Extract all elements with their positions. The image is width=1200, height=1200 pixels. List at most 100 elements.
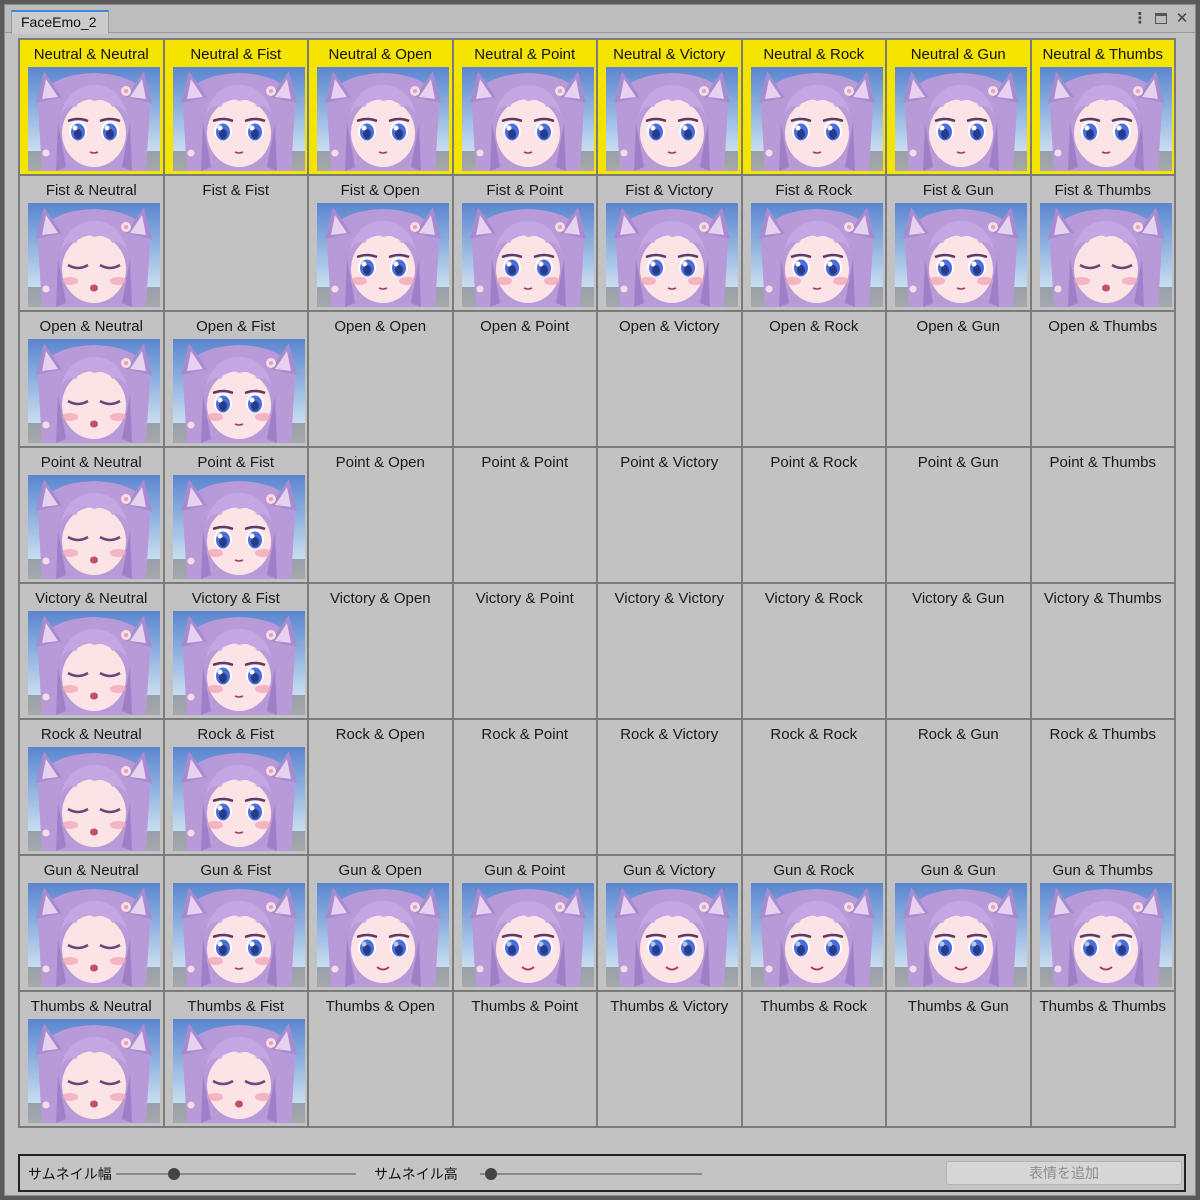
expression-cell-fist-fist[interactable]: Fist & Fist bbox=[164, 176, 307, 310]
expression-cell-rock-open[interactable]: Rock & Open bbox=[309, 720, 452, 854]
expression-grid: Neutral & Neutral Neutral & Fist Neutral… bbox=[18, 38, 1176, 1128]
expression-cell-label: Fist & Fist bbox=[202, 182, 270, 199]
expression-cell-thumbs-thumbs[interactable]: Thumbs & Thumbs bbox=[1031, 992, 1174, 1126]
expression-cell-gun-point[interactable]: Gun & Point bbox=[453, 856, 596, 990]
expression-cell-point-thumbs[interactable]: Point & Thumbs bbox=[1031, 448, 1174, 582]
expression-cell-thumbs-neutral[interactable]: Thumbs & Neutral bbox=[20, 992, 163, 1126]
close-icon[interactable]: ✕ bbox=[1175, 10, 1189, 27]
expression-cell-rock-fist[interactable]: Rock & Fist bbox=[164, 720, 307, 854]
expression-cell-victory-fist[interactable]: Victory & Fist bbox=[164, 584, 307, 718]
expression-cell-gun-rock[interactable]: Gun & Rock bbox=[742, 856, 885, 990]
expression-cell-victory-neutral[interactable]: Victory & Neutral bbox=[20, 584, 163, 718]
expression-cell-victory-gun[interactable]: Victory & Gun bbox=[887, 584, 1030, 718]
expression-thumbnail bbox=[28, 339, 160, 443]
expression-cell-neutral-open[interactable]: Neutral & Open bbox=[309, 40, 452, 174]
expression-cell-label: Fist & Neutral bbox=[45, 182, 137, 199]
expression-cell-open-neutral[interactable]: Open & Neutral bbox=[20, 312, 163, 446]
expression-cell-label: Thumbs & Neutral bbox=[30, 998, 152, 1015]
expression-cell-open-open[interactable]: Open & Open bbox=[309, 312, 452, 446]
expression-cell-thumbs-victory[interactable]: Thumbs & Victory bbox=[598, 992, 741, 1126]
expression-cell-label: Rock & Open bbox=[335, 726, 425, 743]
maximize-icon[interactable] bbox=[1154, 10, 1168, 26]
expression-cell-rock-gun[interactable]: Rock & Gun bbox=[887, 720, 1030, 854]
kebab-menu-icon[interactable]: ⋮ bbox=[1133, 10, 1148, 27]
expression-cell-victory-open[interactable]: Victory & Open bbox=[309, 584, 452, 718]
expression-cell-rock-neutral[interactable]: Rock & Neutral bbox=[20, 720, 163, 854]
expression-cell-point-open[interactable]: Point & Open bbox=[309, 448, 452, 582]
expression-cell-victory-thumbs[interactable]: Victory & Thumbs bbox=[1031, 584, 1174, 718]
thumbnail-width-slider[interactable] bbox=[116, 1168, 356, 1180]
expression-cell-rock-point[interactable]: Rock & Point bbox=[453, 720, 596, 854]
expression-cell-thumbs-point[interactable]: Thumbs & Point bbox=[453, 992, 596, 1126]
expression-cell-victory-rock[interactable]: Victory & Rock bbox=[742, 584, 885, 718]
expression-cell-label: Gun & Rock bbox=[773, 862, 855, 879]
expression-cell-label: Victory & Gun bbox=[912, 590, 1005, 607]
expression-cell-label: Thumbs & Open bbox=[325, 998, 435, 1015]
expression-cell-gun-open[interactable]: Gun & Open bbox=[309, 856, 452, 990]
expression-cell-label: Point & Thumbs bbox=[1049, 454, 1156, 471]
expression-thumbnail bbox=[28, 203, 160, 307]
expression-cell-gun-thumbs[interactable]: Gun & Thumbs bbox=[1031, 856, 1174, 990]
expression-cell-neutral-point[interactable]: Neutral & Point bbox=[453, 40, 596, 174]
expression-cell-gun-neutral[interactable]: Gun & Neutral bbox=[20, 856, 163, 990]
expression-cell-label: Point & Point bbox=[481, 454, 569, 471]
expression-cell-label: Open & Fist bbox=[196, 318, 276, 335]
expression-cell-fist-thumbs[interactable]: Fist & Thumbs bbox=[1031, 176, 1174, 310]
expression-cell-open-gun[interactable]: Open & Gun bbox=[887, 312, 1030, 446]
expression-cell-label: Victory & Thumbs bbox=[1043, 590, 1162, 607]
faceemo-window: FaceEmo_2 ⋮ ✕ Neutral & Neutral Neutral … bbox=[4, 4, 1196, 1196]
expression-cell-thumbs-gun[interactable]: Thumbs & Gun bbox=[887, 992, 1030, 1126]
add-expression-button[interactable]: 表情を追加 bbox=[946, 1161, 1182, 1185]
expression-cell-label: Fist & Point bbox=[486, 182, 564, 199]
expression-cell-label: Thumbs & Thumbs bbox=[1039, 998, 1166, 1015]
expression-cell-rock-rock[interactable]: Rock & Rock bbox=[742, 720, 885, 854]
expression-cell-point-point[interactable]: Point & Point bbox=[453, 448, 596, 582]
expression-cell-open-thumbs[interactable]: Open & Thumbs bbox=[1031, 312, 1174, 446]
expression-cell-label: Thumbs & Point bbox=[471, 998, 579, 1015]
expression-cell-label: Point & Victory bbox=[620, 454, 719, 471]
expression-cell-neutral-victory[interactable]: Neutral & Victory bbox=[598, 40, 741, 174]
expression-cell-fist-point[interactable]: Fist & Point bbox=[453, 176, 596, 310]
thumbnail-width-slider-thumb[interactable] bbox=[167, 1168, 180, 1180]
expression-cell-label: Rock & Victory bbox=[620, 726, 719, 743]
expression-cell-rock-victory[interactable]: Rock & Victory bbox=[598, 720, 741, 854]
thumbnail-width-label: サムネイル幅 bbox=[28, 1166, 112, 1182]
expression-cell-open-point[interactable]: Open & Point bbox=[453, 312, 596, 446]
expression-cell-neutral-rock[interactable]: Neutral & Rock bbox=[742, 40, 885, 174]
expression-cell-fist-open[interactable]: Fist & Open bbox=[309, 176, 452, 310]
expression-cell-point-fist[interactable]: Point & Fist bbox=[164, 448, 307, 582]
expression-cell-fist-rock[interactable]: Fist & Rock bbox=[742, 176, 885, 310]
thumbnail-height-slider[interactable] bbox=[480, 1168, 702, 1180]
expression-cell-rock-thumbs[interactable]: Rock & Thumbs bbox=[1031, 720, 1174, 854]
expression-cell-fist-neutral[interactable]: Fist & Neutral bbox=[20, 176, 163, 310]
expression-cell-label: Point & Open bbox=[335, 454, 425, 471]
expression-cell-neutral-fist[interactable]: Neutral & Fist bbox=[164, 40, 307, 174]
expression-cell-victory-point[interactable]: Victory & Point bbox=[453, 584, 596, 718]
expression-cell-gun-gun[interactable]: Gun & Gun bbox=[887, 856, 1030, 990]
expression-cell-gun-fist[interactable]: Gun & Fist bbox=[164, 856, 307, 990]
expression-cell-neutral-thumbs[interactable]: Neutral & Thumbs bbox=[1031, 40, 1174, 174]
expression-cell-thumbs-rock[interactable]: Thumbs & Rock bbox=[742, 992, 885, 1126]
thumbnail-height-slider-thumb[interactable] bbox=[485, 1168, 498, 1180]
expression-cell-thumbs-open[interactable]: Thumbs & Open bbox=[309, 992, 452, 1126]
expression-cell-neutral-gun[interactable]: Neutral & Gun bbox=[887, 40, 1030, 174]
expression-cell-point-rock[interactable]: Point & Rock bbox=[742, 448, 885, 582]
window-tab[interactable]: FaceEmo_2 bbox=[11, 10, 110, 34]
expression-thumbnail bbox=[895, 67, 1027, 171]
expression-cell-fist-victory[interactable]: Fist & Victory bbox=[598, 176, 741, 310]
expression-cell-neutral-neutral[interactable]: Neutral & Neutral bbox=[20, 40, 163, 174]
expression-cell-open-rock[interactable]: Open & Rock bbox=[742, 312, 885, 446]
expression-cell-point-neutral[interactable]: Point & Neutral bbox=[20, 448, 163, 582]
expression-cell-fist-gun[interactable]: Fist & Gun bbox=[887, 176, 1030, 310]
expression-cell-open-fist[interactable]: Open & Fist bbox=[164, 312, 307, 446]
expression-thumbnail bbox=[28, 611, 160, 715]
expression-thumbnail bbox=[606, 67, 738, 171]
expression-cell-thumbs-fist[interactable]: Thumbs & Fist bbox=[164, 992, 307, 1126]
expression-cell-victory-victory[interactable]: Victory & Victory bbox=[598, 584, 741, 718]
expression-thumbnail bbox=[172, 339, 305, 443]
expression-cell-gun-victory[interactable]: Gun & Victory bbox=[598, 856, 741, 990]
expression-cell-point-gun[interactable]: Point & Gun bbox=[887, 448, 1030, 582]
expression-cell-point-victory[interactable]: Point & Victory bbox=[598, 448, 741, 582]
expression-cell-open-victory[interactable]: Open & Victory bbox=[598, 312, 741, 446]
expression-thumbnail bbox=[317, 67, 449, 171]
